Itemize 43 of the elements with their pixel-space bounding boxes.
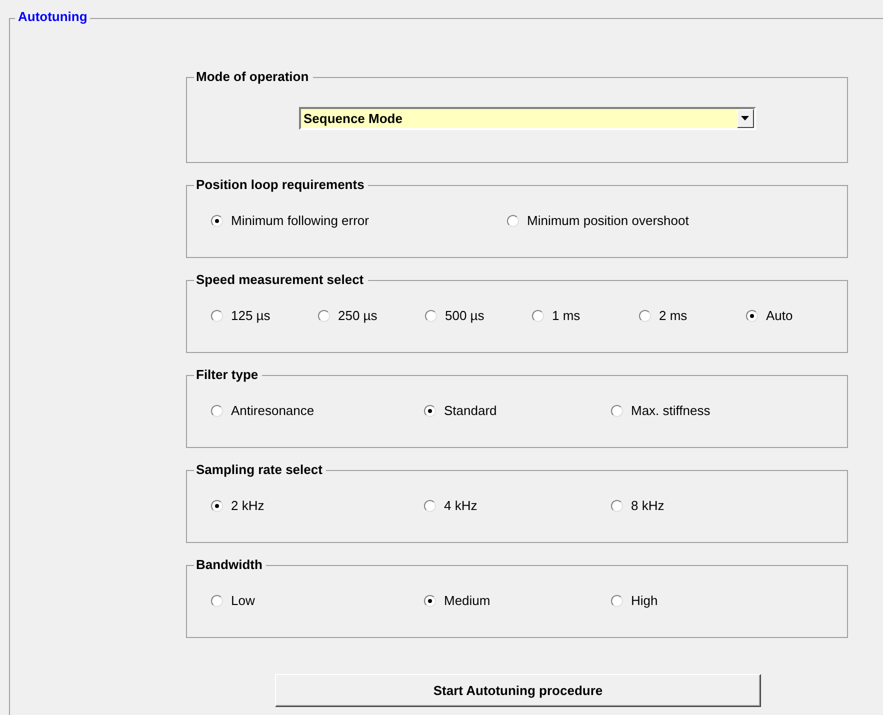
option-label: 125 µs bbox=[231, 308, 270, 323]
radio-button[interactable] bbox=[746, 310, 758, 322]
option-label: Standard bbox=[444, 403, 497, 418]
start-button[interactable]: Start Autotuning procedure bbox=[275, 674, 761, 707]
radio-button[interactable] bbox=[211, 310, 223, 322]
option-label: Antiresonance bbox=[231, 403, 314, 418]
radio-button[interactable] bbox=[532, 310, 544, 322]
group-title: Filter type bbox=[194, 367, 262, 382]
option-label: Minimum position overshoot bbox=[527, 213, 689, 228]
radio-button[interactable] bbox=[611, 500, 623, 512]
option-label: 2 ms bbox=[659, 308, 688, 323]
option-label: 500 µs bbox=[445, 308, 484, 323]
radio-button[interactable] bbox=[211, 404, 223, 416]
option-label: 8 kHz bbox=[631, 498, 664, 513]
mode-dropdown[interactable]: Sequence Mode bbox=[298, 107, 756, 130]
option-label: Max. stiffness bbox=[631, 403, 710, 418]
group-title: Mode of operation bbox=[194, 69, 313, 84]
radio-button[interactable] bbox=[211, 214, 223, 226]
radio-button[interactable] bbox=[639, 310, 651, 322]
group-title: Speed measurement select bbox=[194, 272, 368, 287]
option-label: High bbox=[631, 593, 658, 608]
group-title: Position loop requirements bbox=[194, 177, 368, 192]
radio-button[interactable] bbox=[611, 594, 623, 606]
group-title: Sampling rate select bbox=[194, 462, 326, 477]
panel-title: Autotuning bbox=[15, 9, 90, 24]
radio-button[interactable] bbox=[424, 500, 436, 512]
radio-button[interactable] bbox=[424, 404, 436, 416]
radio-button[interactable] bbox=[425, 310, 437, 322]
radio-button[interactable] bbox=[211, 500, 223, 512]
radio-button[interactable] bbox=[211, 594, 223, 606]
option-label: 1 ms bbox=[552, 308, 580, 323]
radio-button[interactable] bbox=[318, 310, 330, 322]
radio-button[interactable] bbox=[424, 594, 436, 606]
option-label: Medium bbox=[444, 593, 490, 608]
option-label: Minimum following error bbox=[231, 213, 369, 228]
option-label: Low bbox=[231, 593, 255, 608]
option-label: 250 µs bbox=[338, 308, 378, 323]
option-label: Auto bbox=[766, 308, 793, 323]
radio-button[interactable] bbox=[507, 214, 519, 226]
radio-button[interactable] bbox=[611, 404, 623, 416]
option-label: 4 kHz bbox=[444, 498, 478, 513]
option-label: 2 kHz bbox=[231, 498, 264, 513]
group-title: Bandwidth bbox=[194, 557, 266, 572]
